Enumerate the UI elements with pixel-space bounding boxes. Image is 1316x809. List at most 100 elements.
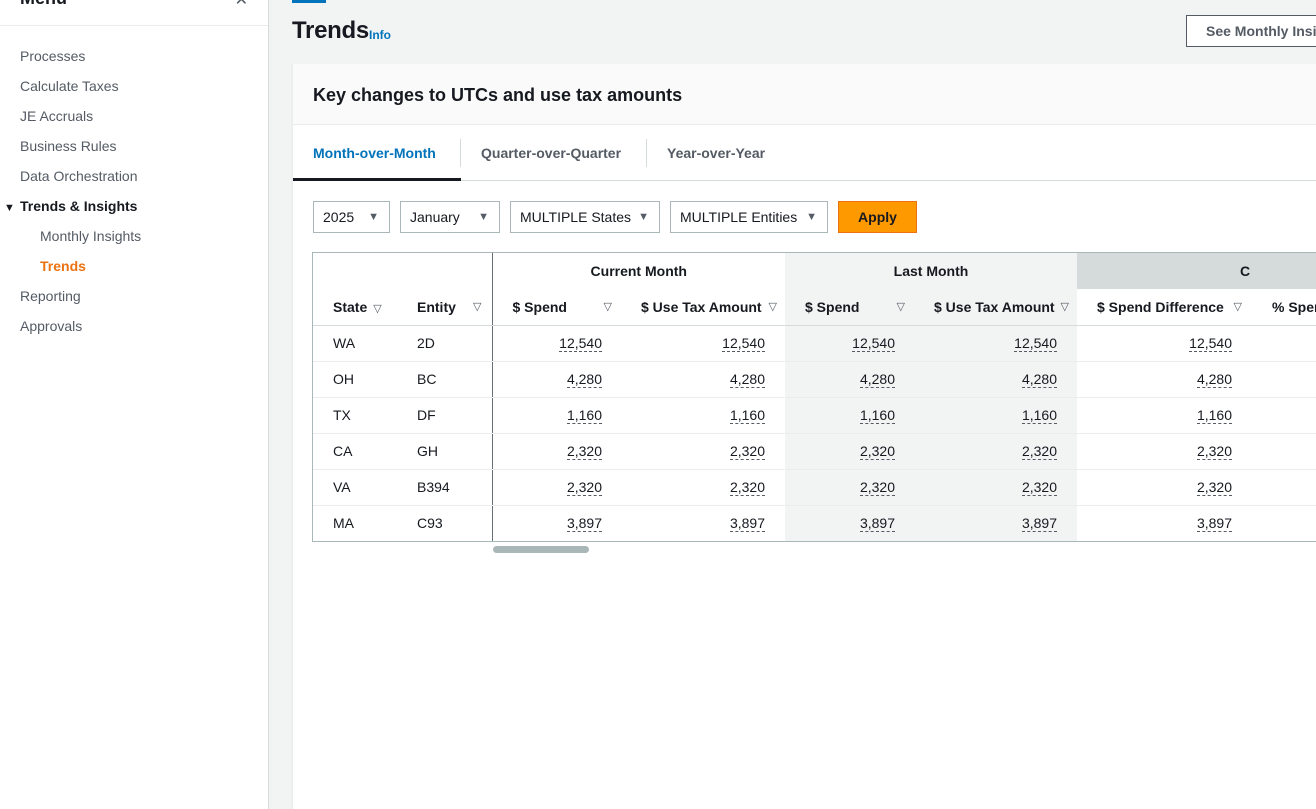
tab-quarter-over-quarter[interactable]: Quarter-over-Quarter [481, 125, 621, 181]
cell-value-link[interactable]: 12,540 [1189, 335, 1232, 352]
nav-item-approvals[interactable]: Approvals [0, 311, 268, 341]
cell-value-link[interactable]: 2,320 [729, 443, 765, 460]
column-header-label: $ Use Tax Amount [641, 298, 762, 315]
table-row: WA 2D 12,540 12,540 12,540 12,540 12,540 [313, 325, 1316, 362]
sort-icon[interactable]: ▽ [473, 300, 481, 313]
cell-value-link[interactable]: 4,280 [859, 371, 895, 388]
cell-state: OH [313, 361, 397, 398]
close-icon[interactable]: ✕ [235, 0, 248, 10]
cell-value-link[interactable]: 1,160 [1196, 407, 1232, 424]
table-row: MA C93 3,897 3,897 3,897 3,897 3,897 [313, 505, 1316, 541]
cell-value-link[interactable]: 1,160 [566, 407, 602, 424]
entities-select[interactable]: MULTIPLE Entities ▼ [670, 201, 828, 233]
cell-last-spend: 12,540 [785, 325, 915, 362]
cell-spend-difference: 4,280 [1077, 361, 1252, 398]
cell-value-link[interactable]: 3,897 [859, 515, 895, 533]
caret-down-icon: ▼ [368, 211, 379, 223]
apply-button[interactable]: Apply [838, 201, 917, 233]
cell-value-link[interactable]: 2,320 [1021, 479, 1057, 496]
horizontal-scrollbar[interactable] [493, 546, 589, 553]
caret-down-icon: ▼ [638, 211, 649, 223]
column-header-current-spend[interactable]: $ Spend ▽ [491, 289, 622, 326]
year-select[interactable]: 2025 ▼ [313, 201, 390, 233]
trends-table-wrapper: Current Month Last Month C State ▽ Entity… [312, 252, 1316, 542]
states-select[interactable]: MULTIPLE States ▼ [510, 201, 660, 233]
cell-value-link[interactable]: 2,320 [1196, 479, 1232, 496]
cell-percent-spend [1252, 469, 1316, 506]
cell-value-link[interactable]: 2,320 [729, 479, 765, 496]
nav-item-business-rules[interactable]: Business Rules [0, 131, 268, 161]
nav-item-calculate-taxes[interactable]: Calculate Taxes [0, 71, 268, 101]
cell-value-link[interactable]: 4,280 [1021, 371, 1057, 388]
sort-icon[interactable]: ▽ [604, 300, 612, 313]
nav-item-data-orchestration[interactable]: Data Orchestration [0, 161, 268, 191]
info-link[interactable]: Info [369, 28, 391, 42]
cell-last-spend: 2,320 [785, 433, 915, 470]
nav-section-trends-insights[interactable]: ▼ Trends & Insights [0, 191, 268, 221]
cell-value-link[interactable]: 1,160 [1021, 407, 1057, 424]
sort-icon[interactable]: ▽ [897, 300, 905, 313]
cell-value-link[interactable]: 2,320 [859, 479, 895, 496]
cell-value-link[interactable]: 2,320 [859, 443, 895, 460]
cell-last-use-tax: 1,160 [915, 397, 1077, 434]
column-header-current-use-tax[interactable]: $ Use Tax Amount ▽ [622, 289, 785, 326]
column-header-percent-spend[interactable]: % Sper [1252, 289, 1316, 326]
group-header-empty [313, 253, 492, 289]
nav-item-je-accruals[interactable]: JE Accruals [0, 101, 268, 131]
sidebar-title: Menu [20, 0, 67, 9]
cell-current-use-tax: 2,320 [622, 469, 785, 506]
cell-value-link[interactable]: 1,160 [729, 407, 765, 424]
states-select-value: MULTIPLE States [520, 209, 632, 225]
column-group-row: Current Month Last Month C [313, 253, 1316, 289]
cell-value-link[interactable]: 3,897 [729, 515, 765, 533]
cell-value-link[interactable]: 3,897 [566, 515, 602, 533]
month-select[interactable]: January ▼ [400, 201, 500, 233]
cell-current-spend: 4,280 [491, 361, 622, 398]
column-header-row: State ▽ Entity ▽ $ Spend ▽ $ Use Tax Amount… [313, 289, 1316, 326]
cell-value-link[interactable]: 12,540 [722, 335, 765, 352]
cell-value-link[interactable]: 3,897 [1196, 515, 1232, 533]
entities-select-value: MULTIPLE Entities [680, 209, 798, 225]
cell-value-link[interactable]: 2,320 [566, 479, 602, 496]
table-row: TX DF 1,160 1,160 1,160 1,160 1,160 [313, 397, 1316, 434]
column-header-spend-difference[interactable]: $ Spend Difference ▽ [1077, 289, 1252, 326]
sort-icon[interactable]: ▽ [1061, 300, 1069, 313]
cell-value-link[interactable]: 12,540 [1014, 335, 1057, 352]
sort-icon[interactable]: ▽ [373, 303, 381, 315]
column-header-entity[interactable]: Entity ▽ [397, 289, 492, 326]
cell-state: TX [313, 397, 397, 434]
nav-item-processes[interactable]: Processes [0, 41, 268, 71]
cell-state: MA [333, 515, 354, 532]
see-monthly-insights-button[interactable]: See Monthly Insights [1186, 15, 1316, 47]
group-header-current-month: Current Month [491, 253, 785, 289]
column-header-state[interactable]: State ▽ [313, 289, 397, 326]
cell-last-use-tax: 12,540 [915, 325, 1077, 362]
cell-value-link[interactable]: 1,160 [859, 407, 895, 424]
caret-down-icon: ▼ [806, 211, 817, 223]
main-content: Trends Info See Monthly Insights Key cha… [270, 0, 1316, 809]
cell-value-link[interactable]: 4,280 [1196, 371, 1232, 388]
sort-icon[interactable]: ▽ [769, 300, 777, 313]
cell-value-link[interactable]: 2,320 [566, 443, 602, 460]
tab-year-over-year[interactable]: Year-over-Year [667, 125, 765, 181]
cell-last-use-tax: 3,897 [915, 505, 1077, 541]
cell-percent-spend [1252, 361, 1316, 398]
nav-item-reporting[interactable]: Reporting [0, 281, 268, 311]
caret-down-icon: ▼ [478, 211, 489, 223]
nav-section-label: Trends & Insights [20, 198, 138, 214]
cell-value-link[interactable]: 4,280 [729, 371, 765, 388]
cell-value-link[interactable]: 4,280 [566, 371, 602, 388]
table-row: OH BC 4,280 4,280 4,280 4,280 4,280 [313, 361, 1316, 398]
cell-value-link[interactable]: 12,540 [559, 335, 602, 352]
sort-icon[interactable]: ▽ [1234, 300, 1242, 313]
cell-value-link[interactable]: 12,540 [852, 335, 895, 352]
tab-month-over-month[interactable]: Month-over-Month [313, 125, 436, 181]
side-navigation: Menu ✕ Processes Calculate Taxes JE Accr… [0, 0, 269, 809]
cell-value-link[interactable]: 2,320 [1021, 443, 1057, 460]
cell-value-link[interactable]: 3,897 [1021, 515, 1057, 533]
nav-item-monthly-insights[interactable]: Monthly Insights [0, 221, 268, 251]
nav-item-trends[interactable]: Trends [0, 251, 268, 281]
column-header-last-spend[interactable]: $ Spend ▽ [785, 289, 915, 326]
column-header-last-use-tax[interactable]: $ Use Tax Amount ▽ [915, 289, 1077, 326]
cell-value-link[interactable]: 2,320 [1196, 443, 1232, 460]
